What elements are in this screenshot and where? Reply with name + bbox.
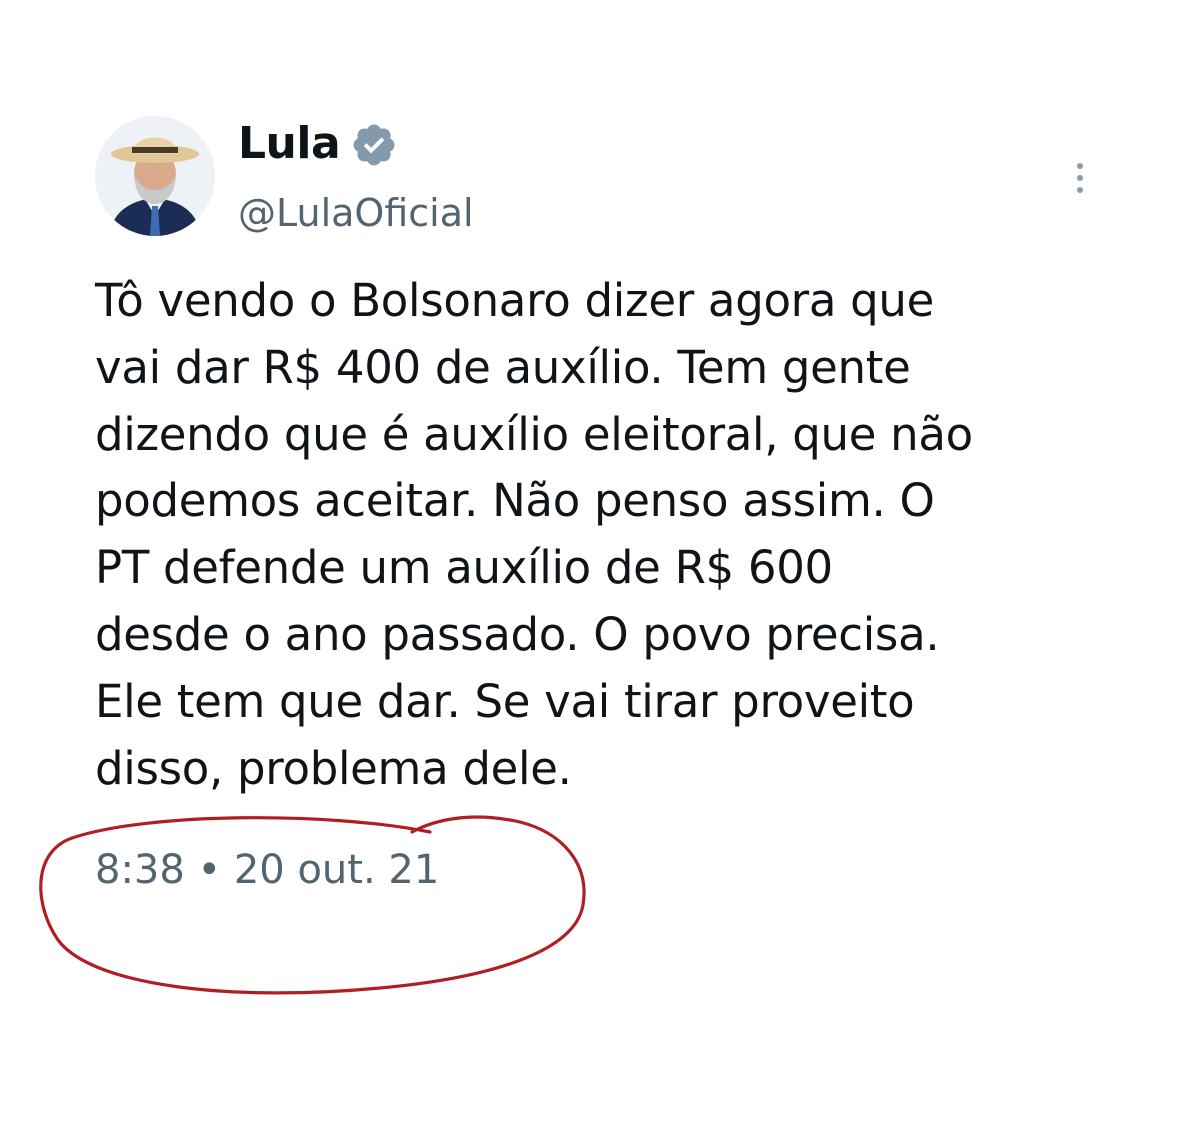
display-name[interactable]: Lula <box>238 114 341 174</box>
avatar[interactable] <box>95 116 215 236</box>
more-vertical-icon-dot <box>1077 175 1083 181</box>
tweet-text: Tô vendo o Bolsonaro dizer agora que vai… <box>95 274 973 795</box>
avatar-photo <box>95 116 215 236</box>
verified-badge-icon <box>353 124 395 166</box>
tweet-card: Lula @LulaOficial Tô vendo o Bolsonaro d… <box>0 0 1200 1121</box>
more-options-button[interactable] <box>1062 150 1098 206</box>
more-vertical-icon-dot <box>1077 187 1083 193</box>
more-vertical-icon <box>1077 163 1083 169</box>
user-handle[interactable]: @LulaOficial <box>238 188 474 238</box>
tweet-timestamp[interactable]: 8:38 • 20 out. 21 <box>95 840 439 900</box>
